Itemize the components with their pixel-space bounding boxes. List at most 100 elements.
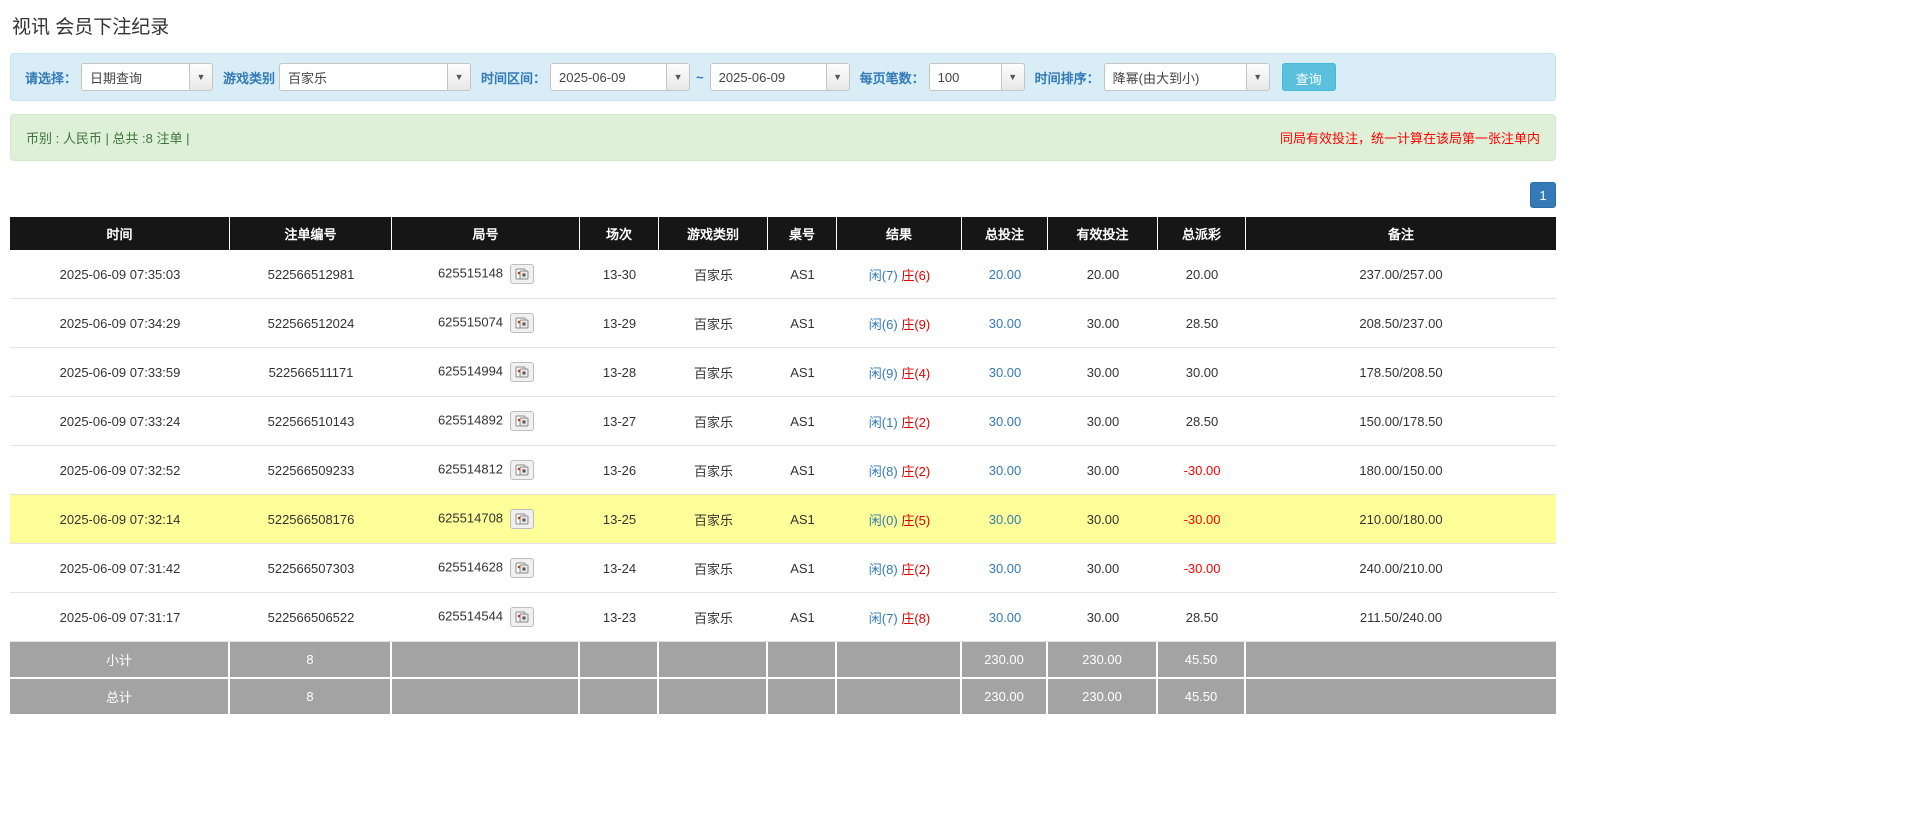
round-number: 625514994 [438, 363, 503, 378]
cell-round-id: 625514544 [392, 593, 580, 642]
cell-round-id: 625514994 [392, 348, 580, 397]
cell-table-no: AS1 [768, 250, 837, 299]
result-banker: 庄(2) [901, 562, 930, 577]
table-row: 2025-06-09 07:31:42522566507303625514628… [10, 544, 1556, 593]
result-player: 闲(1) [869, 415, 898, 430]
cell-result: 闲(8) 庄(2) [837, 544, 962, 593]
date-to-input[interactable] [710, 63, 826, 91]
cell-bet-id: 522566507303 [230, 544, 392, 593]
total-bet-link[interactable]: 30.00 [989, 610, 1022, 625]
cell-payout: -30.00 [1158, 446, 1246, 495]
cell-table-no: AS1 [768, 446, 837, 495]
round-replay-icon[interactable] [510, 607, 534, 627]
cell-game-type: 百家乐 [659, 593, 768, 642]
table-row: 2025-06-09 07:32:14522566508176625514708… [10, 495, 1556, 544]
round-replay-icon[interactable] [510, 362, 534, 382]
result-banker: 庄(5) [901, 513, 930, 528]
round-replay-icon[interactable] [510, 264, 534, 284]
result-banker: 庄(8) [901, 611, 930, 626]
total-bet-link[interactable]: 30.00 [989, 414, 1022, 429]
page-size-input[interactable] [929, 63, 1001, 91]
result-player: 闲(7) [869, 268, 898, 283]
cell-table-no: AS1 [768, 544, 837, 593]
date-to-dropdown-button[interactable]: ▼ [826, 63, 850, 91]
page-title: 视讯 会员下注纪录 [12, 12, 1556, 39]
cell-round-id: 625515148 [392, 250, 580, 299]
game-type-dropdown-button[interactable]: ▼ [447, 63, 471, 91]
cell-round-id: 625514812 [392, 446, 580, 495]
cell-table-no: AS1 [768, 397, 837, 446]
cell-time: 2025-06-09 07:35:03 [10, 250, 230, 299]
date-from-dropdown-button[interactable]: ▼ [666, 63, 690, 91]
header-payout: 总派彩 [1158, 217, 1246, 250]
cell-bet-id: 522566512024 [230, 299, 392, 348]
game-type-input[interactable] [279, 63, 447, 91]
cell-payout: -30.00 [1158, 495, 1246, 544]
total-bet-link[interactable]: 30.00 [989, 561, 1022, 576]
header-result: 结果 [837, 217, 962, 250]
round-number: 625514628 [438, 559, 503, 574]
cell-total-bet: 30.00 [962, 544, 1048, 593]
cell-round-id: 625515074 [392, 299, 580, 348]
date-to-combo: ▼ [710, 63, 850, 91]
round-replay-icon[interactable] [510, 509, 534, 529]
select-type-input[interactable] [81, 63, 189, 91]
cell-round-id: 625514628 [392, 544, 580, 593]
cell-remark: 178.50/208.50 [1246, 348, 1556, 397]
cell-total-bet: 30.00 [962, 348, 1048, 397]
cell-session: 13-29 [580, 299, 659, 348]
header-total-bet: 总投注 [962, 217, 1048, 250]
total-bet-link[interactable]: 30.00 [989, 365, 1022, 380]
total-bet-link[interactable]: 30.00 [989, 463, 1022, 478]
cell-total-bet: 30.00 [962, 397, 1048, 446]
round-replay-icon[interactable] [510, 460, 534, 480]
header-game-type: 游戏类别 [659, 217, 768, 250]
cell-remark: 237.00/257.00 [1246, 250, 1556, 299]
date-range-separator: ~ [696, 70, 704, 85]
bet-records-table: 时间 注单编号 局号 场次 游戏类别 桌号 结果 总投注 有效投注 总派彩 备注… [10, 217, 1556, 716]
date-from-combo: ▼ [550, 63, 690, 91]
cell-valid-bet: 30.00 [1048, 593, 1158, 642]
query-button[interactable]: 查询 [1282, 63, 1336, 91]
cell-bet-id: 522566508176 [230, 495, 392, 544]
page-size-dropdown-button[interactable]: ▼ [1001, 63, 1025, 91]
grand-total-payout: 45.50 [1158, 679, 1246, 716]
cell-result: 闲(7) 庄(8) [837, 593, 962, 642]
result-banker: 庄(2) [901, 464, 930, 479]
cell-valid-bet: 30.00 [1048, 446, 1158, 495]
total-bet-link[interactable]: 30.00 [989, 316, 1022, 331]
table-body: 2025-06-09 07:35:03522566512981625515148… [10, 250, 1556, 642]
cell-bet-id: 522566510143 [230, 397, 392, 446]
filter-bar: 请选择： ▼ 游戏类别 ▼ 时间区间： ▼ ~ ▼ [10, 53, 1556, 101]
cell-session: 13-27 [580, 397, 659, 446]
table-header: 时间 注单编号 局号 场次 游戏类别 桌号 结果 总投注 有效投注 总派彩 备注 [10, 217, 1556, 250]
result-player: 闲(9) [869, 366, 898, 381]
round-replay-icon[interactable] [510, 558, 534, 578]
time-sort-dropdown-button[interactable]: ▼ [1246, 63, 1270, 91]
pagination-top: 1 [10, 182, 1556, 208]
date-from-input[interactable] [550, 63, 666, 91]
cell-valid-bet: 30.00 [1048, 299, 1158, 348]
cell-table-no: AS1 [768, 495, 837, 544]
total-bet-link[interactable]: 20.00 [989, 267, 1022, 282]
round-replay-icon[interactable] [510, 313, 534, 333]
time-sort-combo: ▼ [1104, 63, 1270, 91]
page-1-button[interactable]: 1 [1530, 182, 1556, 208]
cell-payout: 28.50 [1158, 593, 1246, 642]
total-bet-link[interactable]: 30.00 [989, 512, 1022, 527]
round-number: 625514544 [438, 608, 503, 623]
cell-time: 2025-06-09 07:31:17 [10, 593, 230, 642]
cell-payout: 28.50 [1158, 397, 1246, 446]
table-row: 2025-06-09 07:31:17522566506522625514544… [10, 593, 1556, 642]
select-type-combo: ▼ [81, 63, 213, 91]
cell-result: 闲(7) 庄(6) [837, 250, 962, 299]
select-type-dropdown-button[interactable]: ▼ [189, 63, 213, 91]
table-row: 2025-06-09 07:34:29522566512024625515074… [10, 299, 1556, 348]
chevron-down-icon: ▼ [1253, 72, 1262, 82]
cell-valid-bet: 20.00 [1048, 250, 1158, 299]
cell-round-id: 625514708 [392, 495, 580, 544]
subtotal-count: 8 [230, 642, 392, 679]
round-replay-icon[interactable] [510, 411, 534, 431]
currency-total-text: 币别 : 人民币 | 总共 :8 注单 | [26, 128, 190, 147]
time-sort-input[interactable] [1104, 63, 1246, 91]
